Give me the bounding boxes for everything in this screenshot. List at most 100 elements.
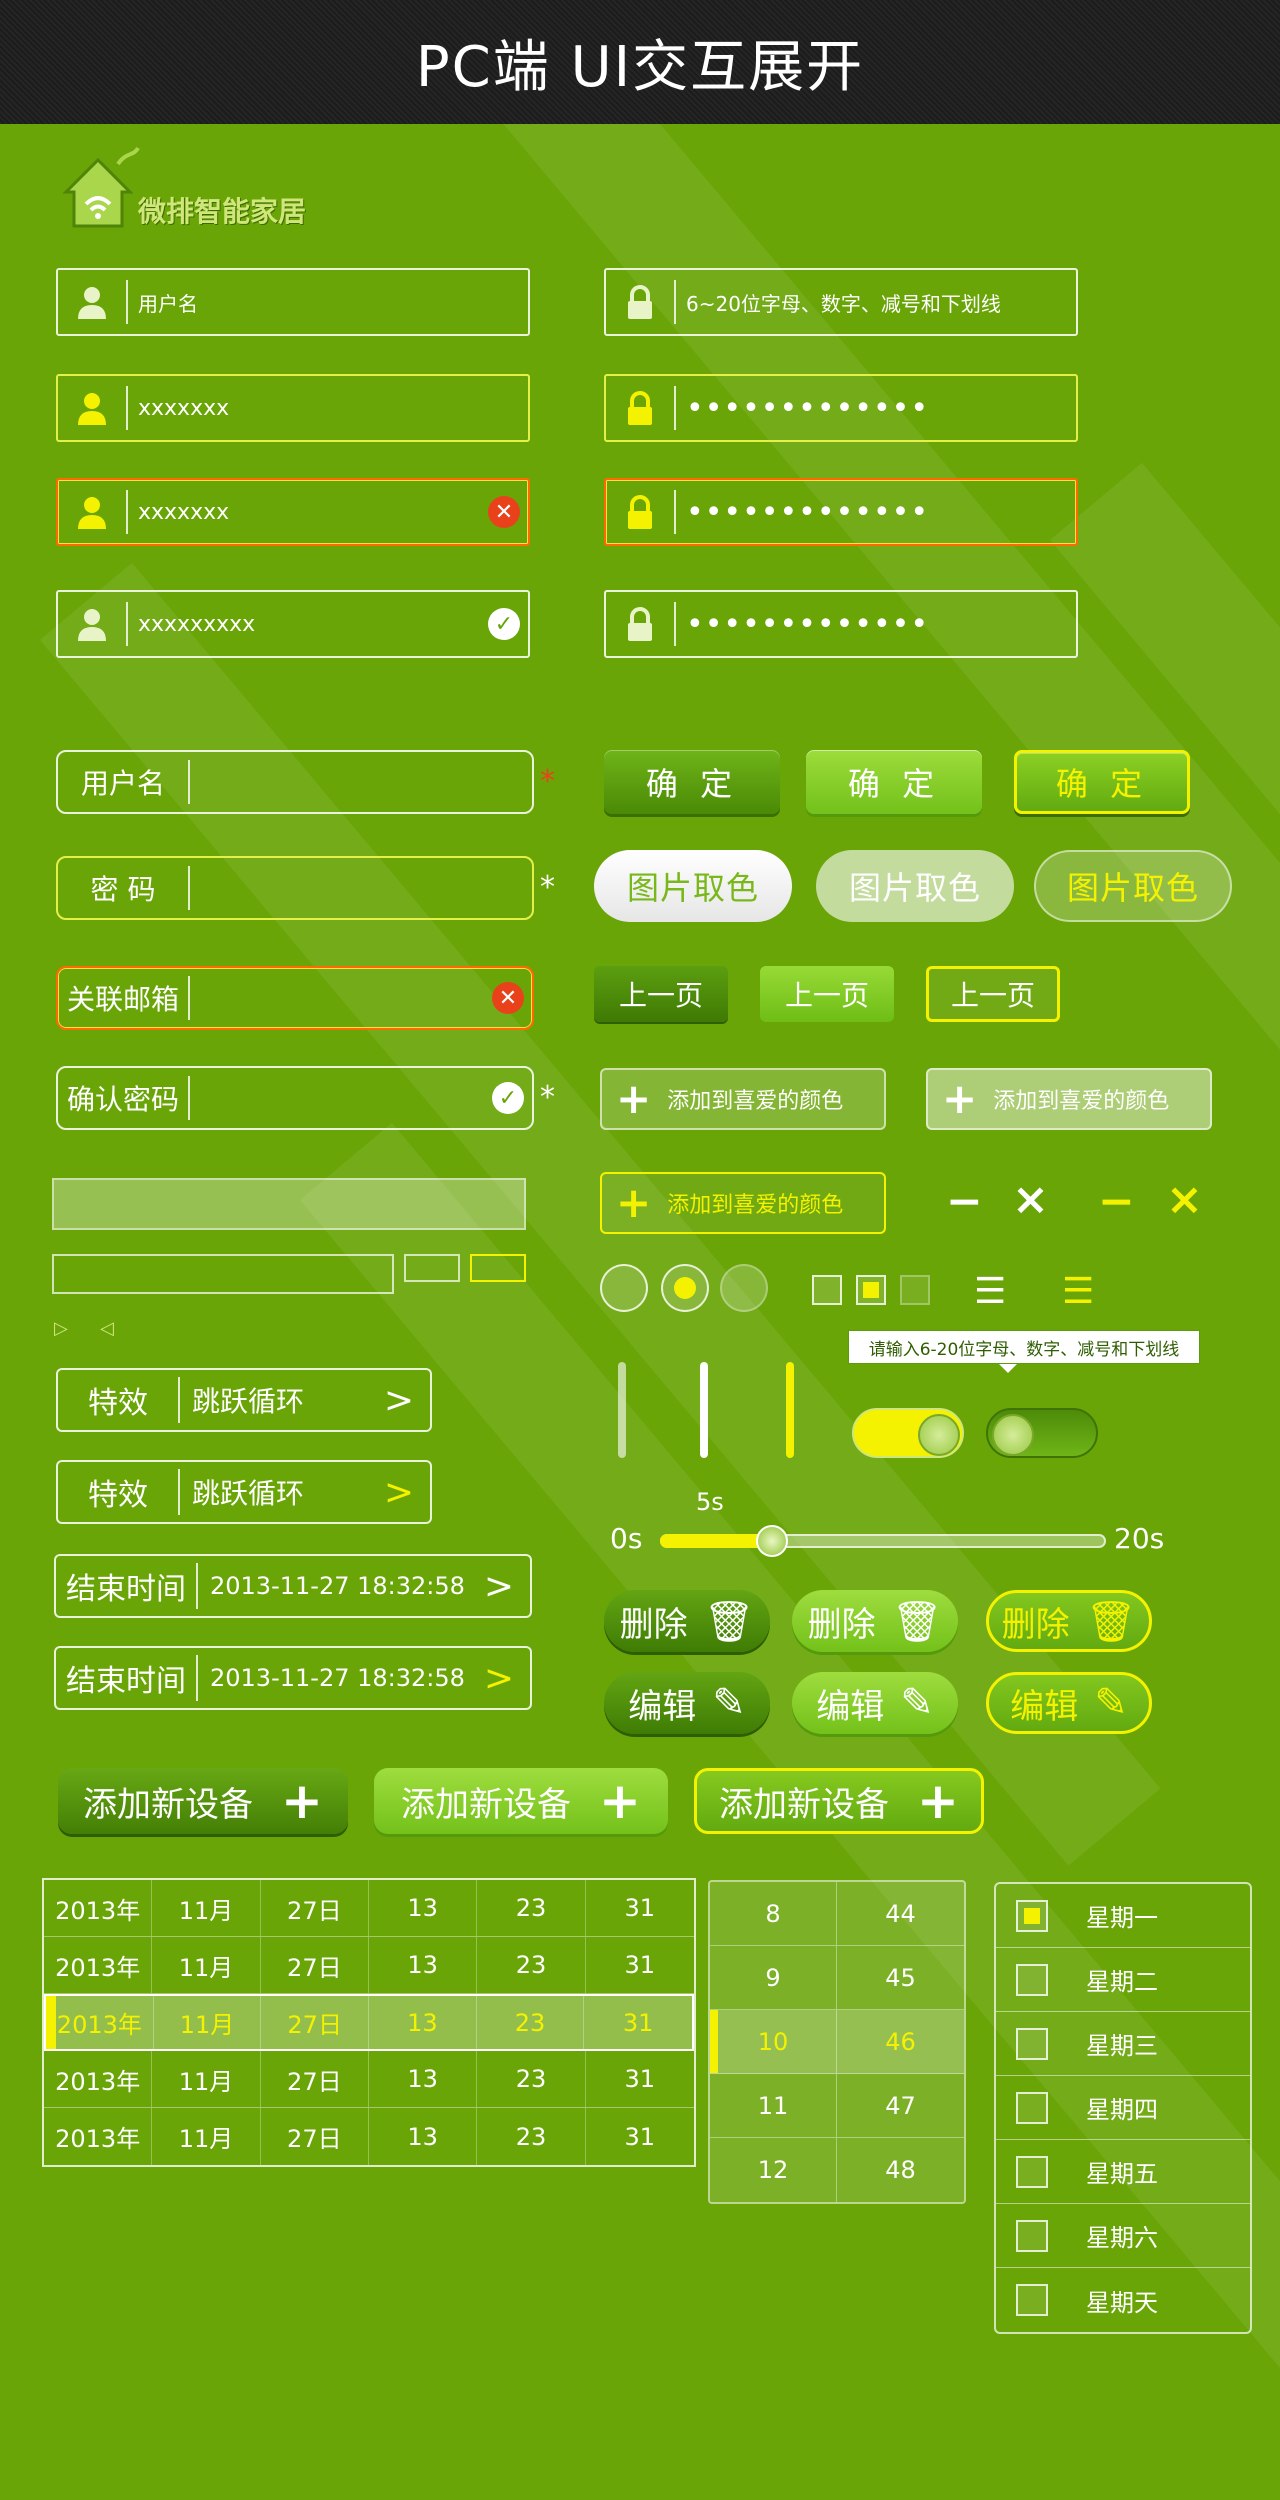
delete-button-active[interactable]: 删除 🗑	[986, 1590, 1152, 1652]
month-cell[interactable]: 11月	[152, 1880, 261, 1936]
confirm-button[interactable]: 确 定	[604, 750, 780, 814]
second-cell[interactable]: 31	[586, 2051, 694, 2107]
month-cell[interactable]: 11月	[152, 1937, 261, 1993]
close-icon[interactable]: ×	[1166, 1178, 1203, 1222]
table-row[interactable]: 12 48	[710, 2138, 964, 2202]
form-email-field[interactable]: 关联邮箱 ✕	[56, 966, 534, 1030]
table-row[interactable]: 11 47	[710, 2074, 964, 2138]
weekday-checkbox[interactable]	[1016, 2091, 1048, 2124]
weekday-checkbox[interactable]	[1016, 1963, 1048, 1996]
second-cell[interactable]: 31	[586, 2108, 694, 2165]
month-cell[interactable]: 11月	[154, 1996, 262, 2049]
hour-cell[interactable]: 13	[369, 1937, 478, 1993]
username-input[interactable]: 用户名	[56, 268, 530, 336]
checkbox[interactable]	[812, 1275, 842, 1305]
hour-cell[interactable]: 13	[369, 2108, 478, 2165]
checkbox-disabled[interactable]	[900, 1275, 930, 1305]
effect-select-active[interactable]: 特效 跳跃循环 >	[56, 1460, 432, 1524]
time-picker-table[interactable]: 8 44 9 45 10 46 11 47 12 48	[708, 1880, 966, 2204]
year-cell[interactable]: 2013年	[44, 1937, 153, 1993]
list-icon[interactable]: ☰	[974, 1274, 1006, 1310]
table-row[interactable]: 2013年 11月 27日 13 23 31	[44, 1937, 694, 1994]
checkbox-checked[interactable]	[856, 1275, 886, 1305]
year-cell[interactable]: 2013年	[46, 1996, 154, 2049]
end-time-select-active[interactable]: 结束时间 2013-11-27 18:32:58 >	[54, 1646, 532, 1710]
password-input-valid[interactable]: •••••••••••••	[604, 590, 1078, 658]
weekday-checkbox[interactable]	[1016, 2284, 1048, 2316]
year-cell[interactable]: 2013年	[44, 1880, 153, 1936]
small-box[interactable]	[404, 1254, 460, 1282]
chevron-right-icon[interactable]: >	[384, 1472, 430, 1513]
hour-cell[interactable]: 13	[369, 1880, 478, 1936]
toggle-off[interactable]	[986, 1408, 1098, 1458]
end-time-select[interactable]: 结束时间 2013-11-27 18:32:58 >	[54, 1554, 532, 1618]
hour-cell[interactable]: 10	[710, 2010, 837, 2073]
table-row-selected[interactable]: 2013年 11月 27日 13 23 31	[44, 1994, 694, 2051]
effect-select[interactable]: 特效 跳跃循环 >	[56, 1368, 432, 1432]
pick-color-button[interactable]: 图片取色	[594, 850, 792, 922]
minute-cell[interactable]: 23	[477, 1996, 585, 2049]
minute-cell[interactable]: 23	[477, 1880, 586, 1936]
weekday-item[interactable]: 星期五	[996, 2140, 1250, 2204]
date-picker-table[interactable]: 2013年 11月 27日 13 23 31 2013年 11月 27日 13 …	[42, 1878, 696, 2167]
year-cell[interactable]: 2013年	[44, 2051, 153, 2107]
hour-cell[interactable]: 12	[710, 2138, 837, 2202]
username-input-focused[interactable]: xxxxxxx	[56, 374, 530, 442]
table-row[interactable]: 9 45	[710, 1946, 964, 2010]
table-row[interactable]: 2013年 11月 27日 13 23 31	[44, 1880, 694, 1937]
radio-button-disabled[interactable]	[720, 1264, 768, 1312]
confirm-button-active[interactable]: 确 定	[1014, 750, 1190, 814]
toggle-on[interactable]	[852, 1408, 964, 1458]
add-device-button-active[interactable]: 添加新设备 +	[694, 1768, 984, 1834]
add-device-button-hover[interactable]: 添加新设备 +	[374, 1768, 668, 1834]
weekday-item[interactable]: 星期天	[996, 2268, 1250, 2332]
day-cell[interactable]: 27日	[261, 1937, 369, 1993]
password-input[interactable]: 6~20位字母、数字、减号和下划线	[604, 268, 1078, 336]
weekday-item[interactable]: 星期一	[996, 1884, 1250, 1948]
toggle-knob[interactable]	[992, 1414, 1034, 1456]
weekday-list[interactable]: 星期一 星期二 星期三 星期四 星期五 星期六 星期天	[994, 1882, 1252, 2334]
minute-cell[interactable]: 44	[837, 1882, 964, 1945]
username-input-error[interactable]: xxxxxxx ✕	[56, 478, 530, 546]
add-device-button[interactable]: 添加新设备 +	[58, 1768, 348, 1834]
month-cell[interactable]: 11月	[152, 2051, 261, 2107]
second-cell[interactable]: 31	[584, 1996, 692, 2049]
form-password-field[interactable]: 密 码	[56, 856, 534, 920]
weekday-checkbox[interactable]	[1016, 1899, 1048, 1932]
prev-page-button-active[interactable]: 上一页	[926, 966, 1060, 1022]
form-username-field[interactable]: 用户名	[56, 750, 534, 814]
weekday-item[interactable]: 星期三	[996, 2012, 1250, 2076]
weekday-checkbox[interactable]	[1016, 2027, 1048, 2060]
delete-button-hover[interactable]: 删除 🗑	[792, 1590, 958, 1652]
hour-cell[interactable]: 13	[369, 2051, 478, 2107]
add-favorite-button[interactable]: + 添加到喜爱的颜色	[600, 1068, 886, 1130]
second-cell[interactable]: 31	[586, 1880, 694, 1936]
arrow-right-icon[interactable]: ▷	[54, 1318, 68, 1339]
add-favorite-button-active[interactable]: + 添加到喜爱的颜色	[600, 1172, 886, 1234]
minute-cell[interactable]: 23	[477, 2108, 586, 2165]
small-box-active[interactable]	[470, 1254, 526, 1282]
confirm-button-hover[interactable]: 确 定	[806, 750, 982, 814]
toggle-knob[interactable]	[918, 1414, 960, 1456]
password-input-focused[interactable]: •••••••••••••	[604, 374, 1078, 442]
second-cell[interactable]: 31	[586, 1937, 694, 1993]
table-row-selected[interactable]: 10 46	[710, 2010, 964, 2074]
table-row[interactable]: 2013年 11月 27日 13 23 31	[44, 2051, 694, 2108]
day-cell[interactable]: 27日	[261, 2051, 369, 2107]
minute-cell[interactable]: 23	[477, 1937, 586, 1993]
table-row[interactable]: 2013年 11月 27日 13 23 31	[44, 2108, 694, 2165]
edit-button-active[interactable]: 编辑 ✎	[986, 1672, 1152, 1734]
slider-handle[interactable]	[755, 1525, 788, 1557]
delete-button[interactable]: 删除 🗑	[604, 1590, 770, 1652]
list-icon-active[interactable]: ☰	[1062, 1274, 1094, 1310]
weekday-checkbox[interactable]	[1016, 2155, 1048, 2188]
radio-button[interactable]	[600, 1264, 648, 1312]
radio-button-selected[interactable]	[661, 1264, 709, 1312]
pick-color-button-active[interactable]: 图片取色	[1034, 850, 1232, 922]
hour-cell[interactable]: 11	[710, 2074, 837, 2137]
text-box[interactable]	[52, 1254, 394, 1294]
edit-button[interactable]: 编辑 ✎	[604, 1672, 770, 1734]
year-cell[interactable]: 2013年	[44, 2108, 153, 2165]
edit-button-hover[interactable]: 编辑 ✎	[792, 1672, 958, 1734]
table-row[interactable]: 8 44	[710, 1882, 964, 1946]
